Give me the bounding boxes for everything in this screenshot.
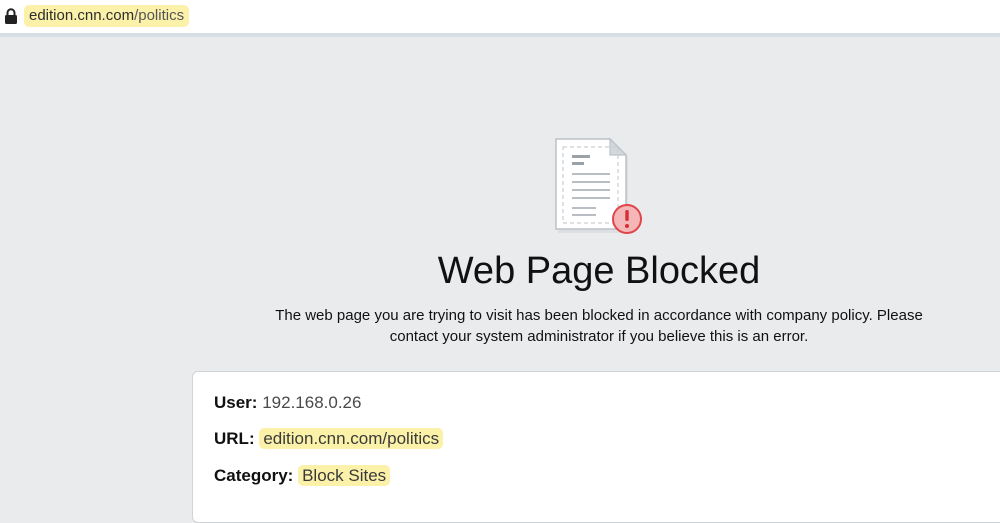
address-bar[interactable]: edition.cnn.com/politics — [0, 0, 1000, 37]
category-value: Block Sites — [298, 465, 391, 486]
url-path: /politics — [134, 7, 185, 24]
alert-icon — [612, 204, 642, 234]
details-row-category: Category: Block Sites — [214, 464, 391, 488]
document-icon — [555, 137, 642, 234]
blocked-page: Web Page Blocked The web page you are tr… — [0, 37, 1000, 523]
user-value: 192.168.0.26 — [262, 393, 362, 412]
block-message: The web page you are trying to visit has… — [275, 307, 923, 345]
url-label: URL: — [214, 429, 255, 448]
address-bar-url[interactable]: edition.cnn.com/politics — [24, 5, 190, 27]
category-label: Category: — [214, 466, 294, 485]
details-row-url: URL: edition.cnn.com/politics — [214, 427, 444, 451]
url-host: edition.cnn.com — [29, 7, 135, 24]
details-card: User: 192.168.0.26 URL: edition.cnn.com/… — [192, 371, 1000, 523]
user-label: User: — [214, 393, 258, 412]
page-title: Web Page Blocked — [437, 250, 761, 292]
details-row-user: User: 192.168.0.26 — [214, 391, 361, 415]
url-value: edition.cnn.com/politics — [259, 428, 444, 449]
lock-icon — [5, 8, 17, 24]
